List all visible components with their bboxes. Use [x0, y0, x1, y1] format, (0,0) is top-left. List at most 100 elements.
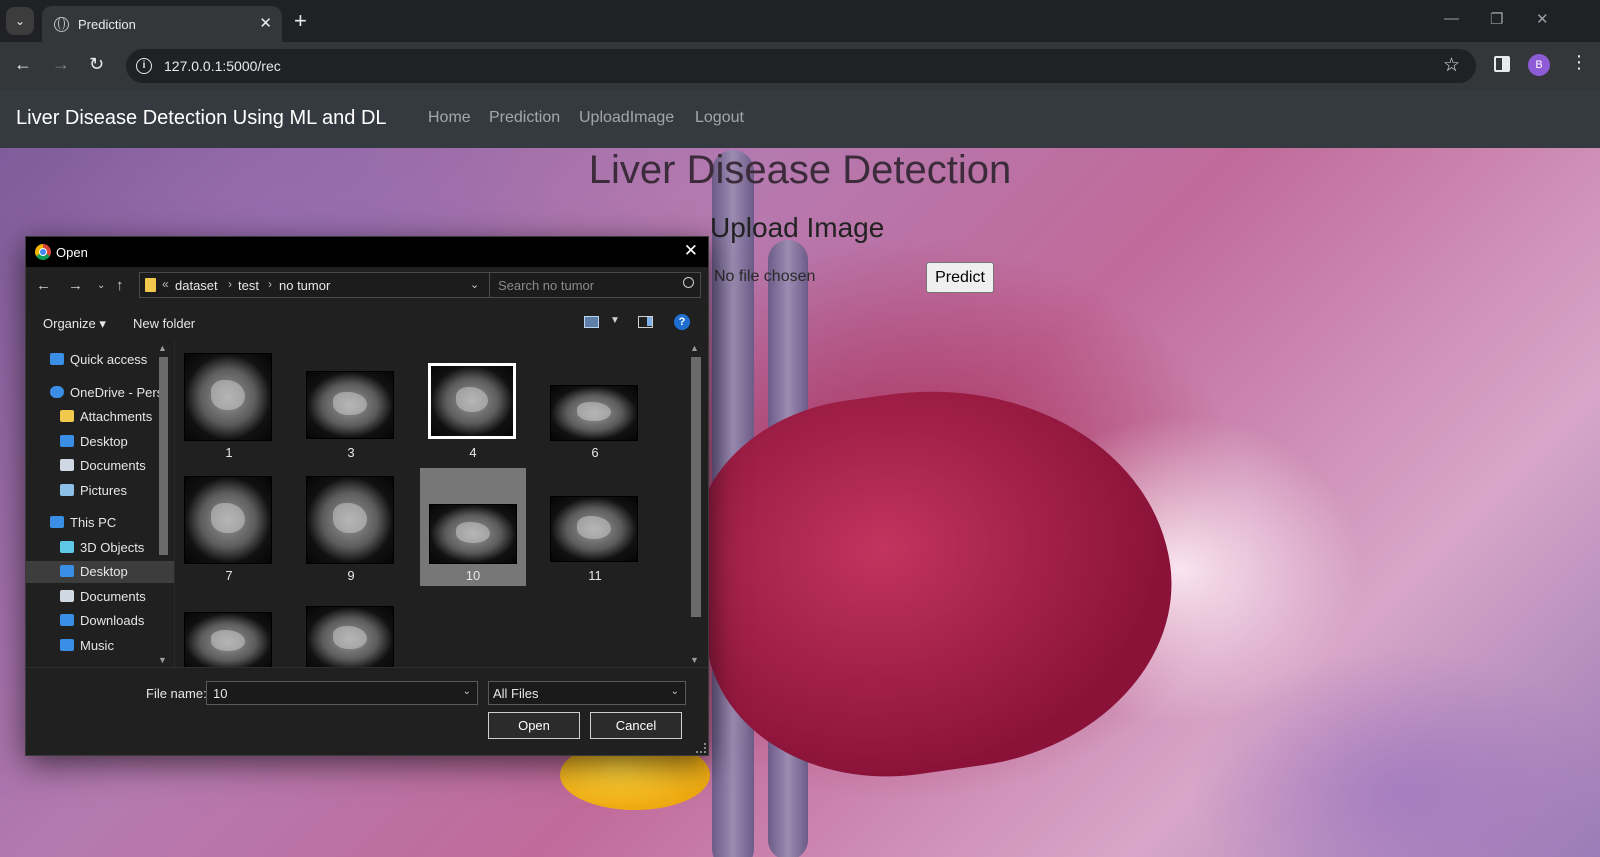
- file-name-label: File name:: [146, 686, 207, 701]
- file-item[interactable]: [176, 604, 282, 667]
- nav-item[interactable]: Desktop: [26, 561, 174, 583]
- dialog-navigation-pane: Quick access OneDrive - Pers Attachments De…: [26, 341, 174, 667]
- download-icon: [60, 614, 74, 626]
- back-icon[interactable]: ←: [14, 54, 32, 75]
- chevron-down-icon[interactable]: ⌄: [671, 686, 679, 697]
- dialog-forward-icon[interactable]: →: [68, 277, 83, 294]
- nav-home[interactable]: Home: [428, 109, 471, 127]
- file-name-value[interactable]: 10: [213, 686, 227, 701]
- side-panel-icon[interactable]: [1494, 56, 1510, 72]
- nav-item[interactable]: Attachments: [26, 406, 174, 428]
- address-dropdown-icon[interactable]: ⌄: [470, 278, 479, 291]
- file-item[interactable]: 3: [298, 345, 404, 463]
- file-item[interactable]: 9: [298, 468, 404, 586]
- bookmark-star-icon[interactable]: ☆: [1443, 54, 1460, 77]
- file-item[interactable]: 10: [420, 468, 526, 586]
- nav-item-label: 3D Objects: [80, 540, 145, 555]
- file-item[interactable]: [298, 604, 404, 667]
- breadcrumb-test[interactable]: test: [238, 278, 259, 293]
- dialog-titlebar: Open ✕: [26, 237, 708, 267]
- ct-scan-thumbnail: [428, 363, 516, 439]
- ct-scan-thumbnail: [184, 612, 272, 667]
- forward-icon[interactable]: →: [52, 54, 70, 75]
- nav-item[interactable]: Quick access: [26, 349, 174, 371]
- window-close-icon[interactable]: ✕: [1536, 10, 1549, 28]
- computer-icon: [50, 516, 64, 528]
- browser-tab[interactable]: Prediction ✕: [42, 6, 282, 42]
- profile-avatar[interactable]: B: [1528, 54, 1550, 76]
- recent-locations-icon[interactable]: ⌄: [97, 280, 105, 291]
- address-bar[interactable]: i 127.0.0.1:5000/rec ☆: [126, 49, 1476, 83]
- file-pane-scrollbar[interactable]: ▲ ▼: [688, 341, 704, 667]
- dialog-search-input[interactable]: Search no tumor: [489, 272, 701, 298]
- nav-upload-image[interactable]: UploadImage: [579, 109, 674, 127]
- tab-search-button[interactable]: ⌄: [6, 7, 34, 35]
- nav-item-label: Downloads: [80, 613, 145, 628]
- cancel-button[interactable]: Cancel: [590, 712, 682, 739]
- nav-item[interactable]: Documents: [26, 455, 174, 477]
- file-type-select[interactable]: All Files ⌄: [488, 681, 686, 705]
- minimize-icon[interactable]: —: [1444, 10, 1459, 27]
- open-button[interactable]: Open: [488, 712, 580, 739]
- nav-item[interactable]: Desktop: [26, 431, 174, 453]
- star-icon: [50, 353, 64, 365]
- change-view-icon[interactable]: [584, 316, 599, 328]
- restore-icon[interactable]: ❐: [1490, 10, 1503, 28]
- site-brand[interactable]: Liver Disease Detection Using ML and DL: [16, 107, 387, 130]
- new-folder-button[interactable]: New folder: [133, 316, 195, 331]
- nav-item[interactable]: OneDrive - Pers: [26, 382, 174, 404]
- folder-icon: [60, 410, 74, 422]
- nav-item[interactable]: Music: [26, 635, 174, 657]
- resize-grip-icon[interactable]: [696, 743, 706, 753]
- chevron-down-icon[interactable]: ⌄: [463, 686, 471, 697]
- browser-tabstrip: ⌄ Prediction ✕ + — ❐ ✕: [0, 0, 1600, 42]
- nav-item[interactable]: Pictures: [26, 480, 174, 502]
- tab-close-icon[interactable]: ✕: [259, 14, 272, 32]
- file-name: 3: [347, 445, 355, 460]
- ct-scan-thumbnail: [306, 606, 394, 667]
- file-item[interactable]: 6: [542, 345, 648, 463]
- folder-icon: [145, 278, 156, 292]
- file-name-input[interactable]: 10 ⌄: [206, 681, 478, 705]
- file-name: 4: [469, 445, 477, 460]
- organize-button[interactable]: Organize ▾: [43, 316, 106, 332]
- dialog-close-icon[interactable]: ✕: [684, 241, 698, 261]
- breadcrumb-dataset[interactable]: dataset: [175, 278, 218, 293]
- file-item[interactable]: 4: [420, 345, 526, 463]
- file-item[interactable]: 11: [542, 468, 648, 586]
- nav-pane-scrollbar[interactable]: ▲ ▼: [156, 341, 172, 667]
- file-status[interactable]: No file chosen: [714, 268, 815, 286]
- file-item[interactable]: 7: [176, 468, 282, 586]
- dialog-address-box[interactable]: « dataset › test › no tumor ⌄ ↻: [139, 272, 504, 298]
- ct-scan-thumbnail: [184, 353, 272, 441]
- nav-item[interactable]: Downloads: [26, 610, 174, 632]
- predict-button[interactable]: Predict: [926, 262, 994, 293]
- site-navbar: Liver Disease Detection Using ML and DL …: [0, 90, 1600, 148]
- file-name: 7: [225, 568, 233, 583]
- nav-item[interactable]: 3D Objects: [26, 537, 174, 559]
- nav-item[interactable]: Documents: [26, 586, 174, 608]
- site-info-icon[interactable]: i: [136, 58, 152, 74]
- ct-scan-thumbnail: [306, 371, 394, 439]
- browser-menu-icon[interactable]: ⋮: [1570, 52, 1588, 73]
- view-dropdown-icon[interactable]: ▼: [610, 315, 620, 326]
- reload-icon[interactable]: ↻: [89, 54, 104, 75]
- preview-pane-icon[interactable]: [638, 316, 653, 328]
- help-icon[interactable]: ?: [674, 314, 690, 330]
- url-text[interactable]: 127.0.0.1:5000/rec: [164, 58, 281, 74]
- nav-item-label: Desktop: [80, 564, 128, 579]
- search-icon: [683, 277, 694, 288]
- new-tab-button[interactable]: +: [294, 8, 307, 34]
- nav-prediction[interactable]: Prediction: [489, 109, 560, 127]
- file-name: 1: [225, 445, 233, 460]
- nav-item-label: Attachments: [80, 409, 153, 424]
- nav-item[interactable]: This PC: [26, 512, 174, 534]
- dialog-command-bar: Organize ▾ New folder ▼ ?: [26, 305, 708, 341]
- nav-logout[interactable]: Logout: [695, 109, 744, 127]
- cube-icon: [60, 541, 74, 553]
- file-type-value: All Files: [493, 686, 539, 701]
- up-folder-icon[interactable]: ↑: [116, 277, 124, 294]
- file-item[interactable]: 1: [176, 345, 282, 463]
- dialog-back-icon[interactable]: ←: [36, 277, 51, 294]
- breadcrumb-no-tumor[interactable]: no tumor: [279, 278, 330, 293]
